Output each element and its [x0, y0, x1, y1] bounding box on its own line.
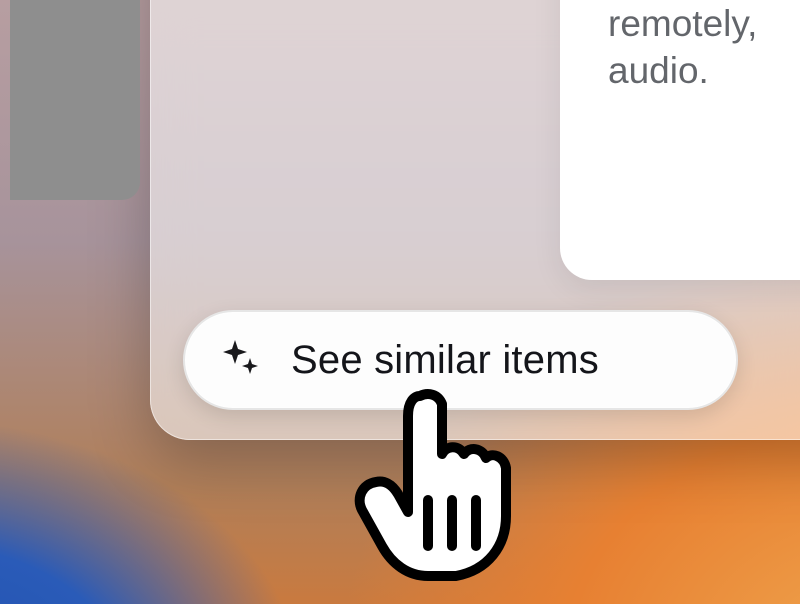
see-similar-items-button[interactable]: See similar items: [183, 310, 738, 410]
product-image-placeholder: [10, 0, 140, 200]
description-text: remotely, audio.: [608, 0, 800, 95]
stage: remotely, audio. See similar items: [0, 0, 800, 604]
sparkle-icon: [215, 334, 267, 386]
see-similar-items-label: See similar items: [291, 338, 599, 383]
